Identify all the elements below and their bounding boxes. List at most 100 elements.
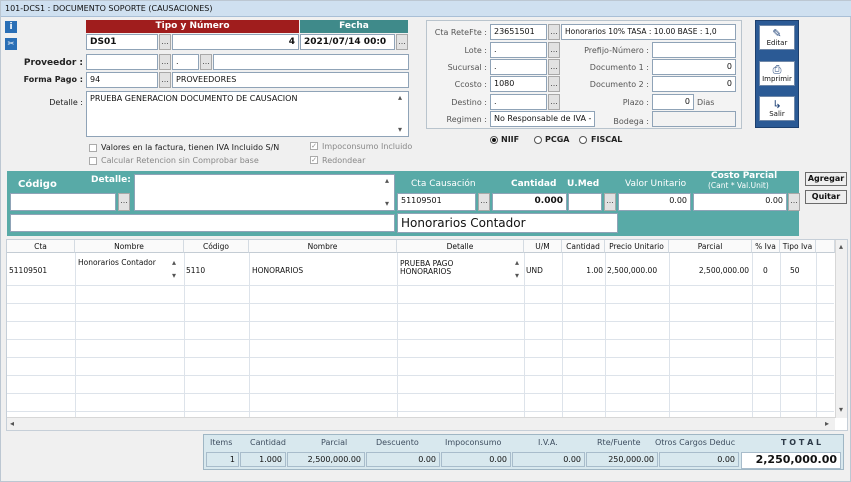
- column-header[interactable]: Precio Unitario: [605, 240, 669, 253]
- scroll-down-icon[interactable]: ▾: [398, 126, 402, 134]
- documento1-field[interactable]: 0: [652, 59, 736, 75]
- scroll-left-icon[interactable]: ◂: [10, 420, 14, 428]
- costo-parcial-button[interactable]: ...: [788, 193, 800, 211]
- total-parcial: 2,500,000.00: [287, 452, 365, 467]
- scroll-down-icon[interactable]: ▾: [385, 200, 389, 208]
- sucursal-field[interactable]: .: [490, 59, 547, 75]
- column-header[interactable]: Parcial: [669, 240, 752, 253]
- imprimir-button[interactable]: ⎙ Imprimir: [759, 61, 795, 86]
- column-header[interactable]: Detalle: [397, 240, 524, 253]
- horizontal-scrollbar[interactable]: ◂ ▸: [7, 417, 835, 430]
- column-header[interactable]: Tipo Iva: [780, 240, 816, 253]
- lote-lookup-button[interactable]: ...: [548, 42, 560, 58]
- tipo-field[interactable]: DS01: [86, 34, 158, 50]
- proveedor-name-field[interactable]: [213, 54, 409, 70]
- table-row[interactable]: 51109501 Honorarios Contador ▴ ▾ 5110 HO…: [7, 254, 834, 285]
- total-otros-cargos: 0.00: [659, 452, 739, 467]
- proveedor-sucursal-field[interactable]: .: [172, 54, 199, 70]
- cantidad-field[interactable]: 0.000: [492, 193, 567, 211]
- retencion-label: Calcular Retencion sin Comprobar base: [101, 156, 259, 165]
- column-header[interactable]: Nombre: [75, 240, 184, 253]
- cell-um: UND: [526, 266, 543, 275]
- plazo-label: Plazo :: [622, 98, 649, 107]
- numero-field[interactable]: 4: [172, 34, 299, 50]
- scroll-down-icon[interactable]: ▾: [172, 272, 176, 280]
- sucursal-lookup-button[interactable]: ...: [548, 59, 560, 75]
- umed-lookup-button[interactable]: ...: [604, 193, 616, 211]
- pcga-radio[interactable]: [534, 136, 542, 144]
- umed-field[interactable]: [568, 193, 602, 211]
- valor-unitario-label: Valor Unitario: [625, 179, 687, 189]
- destino-lookup-button[interactable]: ...: [548, 94, 560, 110]
- forma-pago-name-field[interactable]: PROVEEDORES: [172, 72, 409, 88]
- ccosto-lookup-button[interactable]: ...: [548, 76, 560, 92]
- editar-button[interactable]: ✎ Editar: [759, 25, 795, 50]
- documento2-field[interactable]: 0: [652, 76, 736, 92]
- tipo-lookup-button[interactable]: ...: [159, 34, 171, 50]
- column-header[interactable]: Código: [184, 240, 249, 253]
- costo-parcial-field[interactable]: 0.00: [693, 193, 787, 211]
- scroll-up-icon[interactable]: ▴: [172, 259, 176, 267]
- forma-pago-code-field[interactable]: 94: [86, 72, 158, 88]
- forma-pago-lookup-button[interactable]: ...: [159, 72, 171, 88]
- scroll-up-icon[interactable]: ▴: [385, 177, 389, 185]
- scroll-up-icon[interactable]: ▴: [398, 94, 402, 102]
- fiscal-radio[interactable]: [579, 136, 587, 144]
- proveedor-lookup-button[interactable]: ...: [159, 54, 171, 70]
- bodega-field: [652, 111, 736, 127]
- proveedor-label: Proveedor :: [23, 58, 83, 68]
- retencion-checkbox[interactable]: [89, 157, 97, 165]
- bodega-label: Bodega :: [613, 117, 649, 126]
- salir-button[interactable]: ↳ Salir: [759, 96, 795, 121]
- column-header[interactable]: % Iva: [752, 240, 780, 253]
- detalle-entry-label: Detalle:: [91, 175, 131, 185]
- detalle-textarea[interactable]: PRUEBA GENERACION DOCUMENTO DE CAUSACION…: [86, 91, 409, 137]
- redondear-checkbox[interactable]: ✓: [310, 156, 318, 164]
- regimen-field: No Responsable de IVA -: [490, 111, 595, 127]
- destino-field[interactable]: .: [490, 94, 547, 110]
- iva-incluido-checkbox[interactable]: [89, 144, 97, 152]
- info-icon[interactable]: i: [5, 21, 17, 33]
- column-header[interactable]: Cantidad: [562, 240, 605, 253]
- scroll-up-icon[interactable]: ▴: [515, 259, 519, 267]
- lote-field[interactable]: .: [490, 42, 547, 58]
- impoconsumo-checkbox[interactable]: ✓: [310, 142, 318, 150]
- cell-cta: 51109501: [9, 266, 48, 275]
- attachment-icon[interactable]: ✂: [5, 38, 17, 50]
- pcga-label: PCGA: [545, 135, 570, 144]
- prefijo-field[interactable]: [652, 42, 736, 58]
- cell-codigo: 5110: [186, 266, 206, 275]
- scroll-right-icon[interactable]: ▸: [825, 420, 829, 428]
- fecha-picker-button[interactable]: ...: [396, 34, 408, 50]
- proveedor-sucursal-button[interactable]: ...: [200, 54, 212, 70]
- cta-causacion-lookup-button[interactable]: ...: [478, 193, 490, 211]
- column-header[interactable]: U/M: [524, 240, 562, 253]
- scroll-up-icon[interactable]: ▴: [839, 243, 843, 251]
- total-label: T O T A L: [781, 438, 822, 447]
- detalle-entry-field[interactable]: ▴ ▾: [134, 174, 395, 211]
- vertical-scrollbar[interactable]: ▴ ▾: [835, 240, 847, 418]
- cta-retefte-lookup-button[interactable]: ...: [548, 24, 560, 40]
- agregar-button[interactable]: Agregar: [805, 172, 847, 186]
- forma-pago-label: Forma Pago :: [23, 75, 83, 84]
- cta-retefte-field[interactable]: 23651501: [490, 24, 547, 40]
- ccosto-field[interactable]: 1080: [490, 76, 547, 92]
- app-window: 101-DCS1 : DOCUMENTO SOPORTE (CAUSACIONE…: [0, 0, 851, 482]
- nota-field[interactable]: [10, 214, 395, 232]
- valor-unitario-field[interactable]: 0.00: [618, 193, 691, 211]
- codigo-field[interactable]: [10, 193, 116, 211]
- impoconsumo-label: Impoconsumo Incluido: [322, 142, 413, 151]
- cta-causacion-field[interactable]: 51109501: [397, 193, 476, 211]
- fecha-field[interactable]: 2021/07/14 00:0: [300, 34, 395, 50]
- niif-radio[interactable]: [490, 136, 498, 144]
- codigo-lookup-button[interactable]: ...: [118, 193, 130, 211]
- window-title: 101-DCS1 : DOCUMENTO SOPORTE (CAUSACIONE…: [1, 1, 851, 17]
- scroll-down-icon[interactable]: ▾: [839, 406, 843, 414]
- column-header[interactable]: Cta: [7, 240, 75, 253]
- scroll-down-icon[interactable]: ▾: [515, 272, 519, 280]
- plazo-field[interactable]: 0: [652, 94, 694, 110]
- quitar-button[interactable]: Quitar: [805, 190, 847, 204]
- proveedor-field[interactable]: [86, 54, 158, 70]
- editar-label: Editar: [766, 39, 788, 47]
- column-header[interactable]: Nombre: [249, 240, 397, 253]
